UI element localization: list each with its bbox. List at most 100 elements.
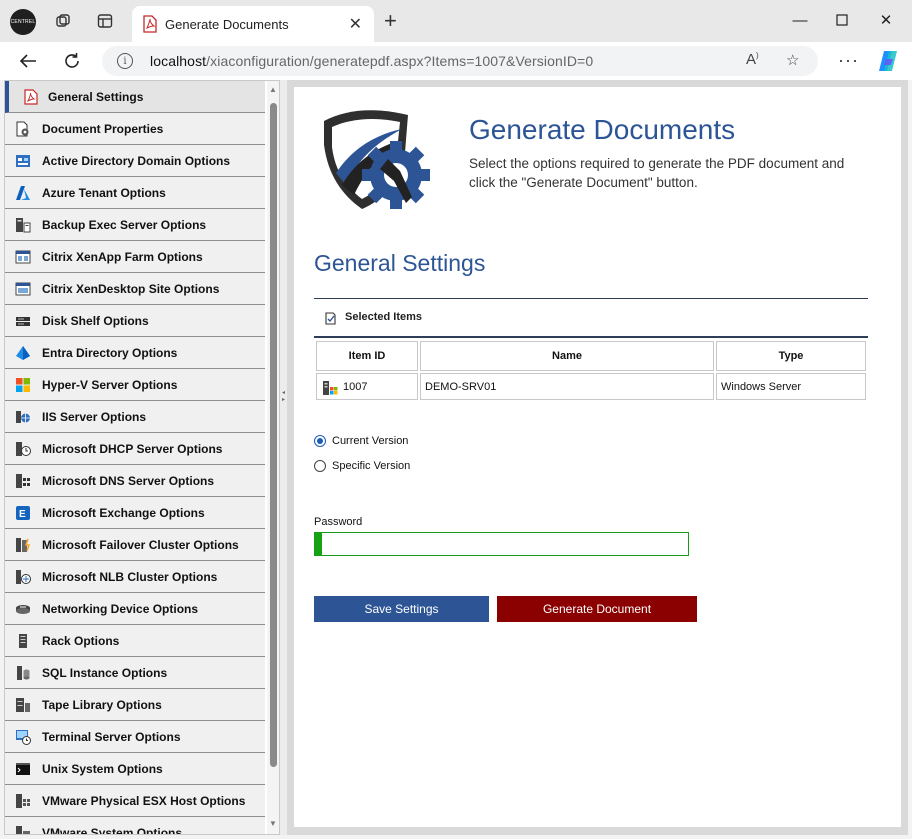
back-icon[interactable] bbox=[17, 50, 39, 72]
column-header-name[interactable]: Name bbox=[420, 341, 714, 371]
copilot-icon[interactable] bbox=[876, 50, 900, 72]
maximize-icon[interactable] bbox=[832, 10, 852, 30]
minimize-icon[interactable]: — bbox=[790, 10, 810, 30]
new-tab-icon[interactable]: + bbox=[384, 10, 397, 32]
pane-splitter[interactable]: ◂ ▸ bbox=[280, 80, 287, 835]
page-description: Select the options required to generate … bbox=[469, 156, 845, 190]
citrix-xendesktop-icon bbox=[15, 281, 31, 297]
sidebar-item[interactable]: Microsoft DHCP Server Options bbox=[5, 433, 265, 465]
selected-items-label: Selected Items bbox=[345, 311, 423, 323]
current-version-option[interactable]: Current Version bbox=[314, 435, 408, 447]
sidebar-item-label: Azure Tenant Options bbox=[42, 186, 166, 200]
sidebar-item[interactable]: Citrix XenApp Farm Options bbox=[5, 241, 265, 273]
selected-items-icon bbox=[323, 311, 337, 325]
sidebar-item-label: Microsoft DHCP Server Options bbox=[42, 442, 223, 456]
sidebar-item-label: VMware Physical ESX Host Options bbox=[42, 794, 246, 808]
password-input[interactable] bbox=[314, 532, 689, 556]
sidebar-item[interactable]: Active Directory Domain Options bbox=[5, 145, 265, 177]
browser-tab-active[interactable]: Generate Documents ✕ bbox=[132, 6, 374, 42]
sidebar-item[interactable]: Azure Tenant Options bbox=[5, 177, 265, 209]
profile-avatar[interactable]: CENTREL bbox=[10, 9, 36, 35]
scroll-up-icon[interactable]: ▲ bbox=[269, 85, 277, 94]
failover-cluster-icon bbox=[15, 537, 31, 553]
rack-icon bbox=[15, 633, 31, 649]
sidebar-item-label: Backup Exec Server Options bbox=[42, 218, 207, 232]
current-version-radio[interactable] bbox=[314, 435, 326, 447]
sidebar-item-label: VMware System Options bbox=[42, 826, 183, 835]
sidebar-item[interactable]: Tape Library Options bbox=[5, 689, 265, 721]
specific-version-label[interactable]: Specific Version bbox=[332, 460, 410, 472]
exchange-icon: E bbox=[15, 505, 31, 521]
network-device-icon bbox=[15, 601, 31, 617]
sidebar-item[interactable]: Microsoft Failover Cluster Options bbox=[5, 529, 265, 561]
tape-library-icon bbox=[15, 697, 31, 713]
document-gear-icon bbox=[15, 121, 31, 137]
sidebar-item[interactable]: Microsoft NLB Cluster Options bbox=[5, 561, 265, 593]
scroll-down-icon[interactable]: ▼ bbox=[269, 819, 277, 828]
sidebar-item[interactable]: VMware Physical ESX Host Options bbox=[5, 785, 265, 817]
hyperv-icon bbox=[15, 377, 31, 393]
more-icon[interactable]: ··· bbox=[838, 50, 859, 71]
current-version-label[interactable]: Current Version bbox=[332, 435, 408, 447]
refresh-icon[interactable] bbox=[61, 50, 83, 72]
dns-icon bbox=[15, 473, 31, 489]
sidebar-item[interactable]: Rack Options bbox=[5, 625, 265, 657]
sidebar-item[interactable]: E Microsoft Exchange Options bbox=[5, 497, 265, 529]
sidebar-item-label: Microsoft DNS Server Options bbox=[42, 474, 215, 488]
svg-text:E: E bbox=[19, 509, 26, 520]
specific-version-radio[interactable] bbox=[314, 460, 326, 472]
sidebar-item[interactable]: Backup Exec Server Options bbox=[5, 209, 265, 241]
sidebar-item-label: Disk Shelf Options bbox=[42, 314, 149, 328]
options-nav-list: General Settings Document Properties Activ… bbox=[5, 81, 265, 835]
sidebar-item[interactable]: SQL Instance Options bbox=[5, 657, 265, 689]
tab-actions-icon[interactable] bbox=[96, 12, 114, 30]
terminal-server-icon bbox=[15, 729, 31, 745]
table-header-row: Item ID Name Type bbox=[316, 341, 866, 371]
sidebar-item[interactable]: Document Properties bbox=[5, 113, 265, 145]
table-row[interactable]: 1007 DEMO-SRV01 Windows Server bbox=[316, 373, 866, 400]
sidebar-item-label: Networking Device Options bbox=[42, 602, 199, 616]
pdf-icon bbox=[142, 15, 158, 33]
password-label: Password bbox=[314, 516, 363, 528]
sidebar-item-label: Tape Library Options bbox=[42, 698, 162, 712]
sidebar-item[interactable]: IIS Server Options bbox=[5, 401, 265, 433]
sidebar-item-label: Entra Directory Options bbox=[42, 346, 178, 360]
sidebar-item[interactable]: Microsoft DNS Server Options bbox=[5, 465, 265, 497]
close-tab-icon[interactable]: ✕ bbox=[349, 14, 362, 34]
sidebar-item[interactable]: Hyper-V Server Options bbox=[5, 369, 265, 401]
workspaces-icon[interactable] bbox=[54, 12, 72, 30]
read-aloud-icon[interactable]: A) bbox=[746, 51, 759, 68]
column-header-type[interactable]: Type bbox=[716, 341, 866, 371]
pdf-icon bbox=[24, 89, 40, 105]
sidebar-item-label: IIS Server Options bbox=[42, 410, 147, 424]
column-header-item-id[interactable]: Item ID bbox=[316, 341, 418, 371]
sidebar-item[interactable]: Disk Shelf Options bbox=[5, 305, 265, 337]
disk-shelf-icon bbox=[15, 313, 31, 329]
sidebar-item-label: Microsoft Failover Cluster Options bbox=[42, 538, 239, 552]
sidebar-scrollbar[interactable]: ▲ ▼ bbox=[267, 81, 279, 834]
cell-type: Windows Server bbox=[716, 373, 866, 400]
sidebar-item[interactable]: Unix System Options bbox=[5, 753, 265, 785]
sidebar-item-label: General Settings bbox=[48, 90, 144, 104]
sidebar-item[interactable]: Networking Device Options bbox=[5, 593, 265, 625]
favorite-icon[interactable]: ☆ bbox=[786, 51, 799, 69]
selected-items-divider bbox=[314, 336, 868, 338]
specific-version-option[interactable]: Specific Version bbox=[314, 460, 410, 472]
generate-document-button[interactable]: Generate Document bbox=[497, 596, 697, 622]
sidebar-item-label: Document Properties bbox=[42, 122, 164, 136]
sidebar-item[interactable]: General Settings bbox=[5, 81, 265, 113]
sidebar-item[interactable]: Terminal Server Options bbox=[5, 721, 265, 753]
sidebar-item-label: Rack Options bbox=[42, 634, 120, 648]
url-text[interactable]: localhost/xiaconfiguration/generatepdf.a… bbox=[150, 53, 593, 69]
sidebar-item[interactable]: Entra Directory Options bbox=[5, 337, 265, 369]
sidebar-scroll-thumb[interactable] bbox=[270, 103, 277, 767]
url-field[interactable]: i localhost/xiaconfiguration/generatepdf… bbox=[102, 46, 818, 76]
save-settings-button[interactable]: Save Settings bbox=[314, 596, 489, 622]
selected-items-header: Selected Items bbox=[314, 299, 868, 337]
sidebar-item[interactable]: VMware System Options bbox=[5, 817, 265, 835]
vmware-system-icon bbox=[15, 825, 31, 834]
generate-documents-logo-icon bbox=[316, 105, 440, 215]
close-window-icon[interactable]: ✕ bbox=[876, 10, 896, 30]
sidebar-item[interactable]: Citrix XenDesktop Site Options bbox=[5, 273, 265, 305]
info-icon[interactable]: i bbox=[117, 53, 133, 69]
